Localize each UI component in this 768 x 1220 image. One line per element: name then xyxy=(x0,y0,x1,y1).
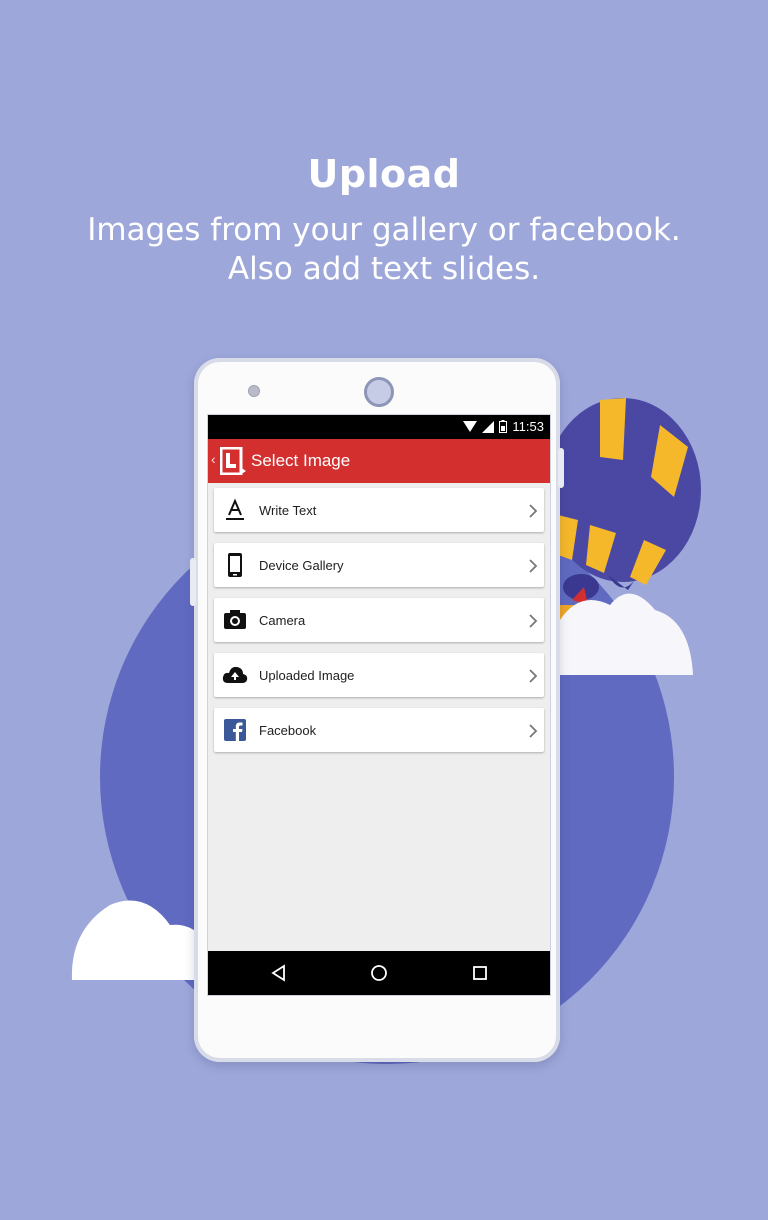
phone-screen: 11:53 ‹ Select Image Write Text Device G… xyxy=(207,414,551,996)
promo-title: Upload xyxy=(307,152,461,196)
menu-item-label: Uploaded Image xyxy=(259,668,355,683)
menu-list: Write Text Device Gallery Camera Uploade… xyxy=(214,488,544,763)
signal-icon xyxy=(482,420,495,433)
phone-mockup: 11:53 ‹ Select Image Write Text Device G… xyxy=(190,358,564,1062)
phone-camera xyxy=(364,377,394,407)
menu-item-label: Write Text xyxy=(259,503,317,518)
cloud-left-illustration xyxy=(71,900,201,980)
chevron-right-icon xyxy=(529,504,538,518)
menu-item-label: Facebook xyxy=(259,723,317,738)
cloud-right-illustration xyxy=(560,593,693,675)
wifi-icon xyxy=(463,421,478,432)
home-icon[interactable] xyxy=(369,963,389,983)
promo-subtitle-line-2: Also add text slides. xyxy=(227,251,541,287)
phone-sensor xyxy=(248,385,260,397)
phone-side-button-right xyxy=(558,448,564,488)
chevron-right-icon xyxy=(529,614,538,628)
menu-item-label: Camera xyxy=(259,613,306,628)
back-arrow-icon[interactable]: ‹ xyxy=(211,451,216,467)
menu-item-uploaded-image[interactable]: Uploaded Image xyxy=(214,653,544,697)
menu-item-camera[interactable]: Camera xyxy=(214,598,544,642)
status-bar: 11:53 xyxy=(208,415,550,439)
menu-item-label: Device Gallery xyxy=(259,558,344,573)
app-logo-icon xyxy=(220,447,246,475)
menu-item-write-text[interactable]: Write Text xyxy=(214,488,544,532)
app-bar: ‹ Select Image xyxy=(208,439,550,483)
chevron-right-icon xyxy=(529,724,538,738)
facebook-icon xyxy=(224,719,246,741)
promo-subtitle-line-1: Images from your gallery or facebook. xyxy=(87,212,681,248)
chevron-right-icon xyxy=(529,559,538,573)
status-time: 11:53 xyxy=(512,419,544,434)
menu-item-device-gallery[interactable]: Device Gallery xyxy=(214,543,544,587)
chevron-right-icon xyxy=(529,669,538,683)
back-icon[interactable] xyxy=(269,963,289,983)
camera-icon xyxy=(224,610,246,629)
battery-icon xyxy=(499,420,508,433)
text-icon xyxy=(226,498,244,520)
phone-icon xyxy=(228,553,242,577)
cloud-upload-icon xyxy=(222,666,248,683)
recent-apps-icon[interactable] xyxy=(470,963,490,983)
phone-side-button-left xyxy=(190,558,196,606)
app-title: Select Image xyxy=(251,451,351,470)
menu-item-facebook[interactable]: Facebook xyxy=(214,708,544,752)
navigation-bar xyxy=(208,951,550,995)
